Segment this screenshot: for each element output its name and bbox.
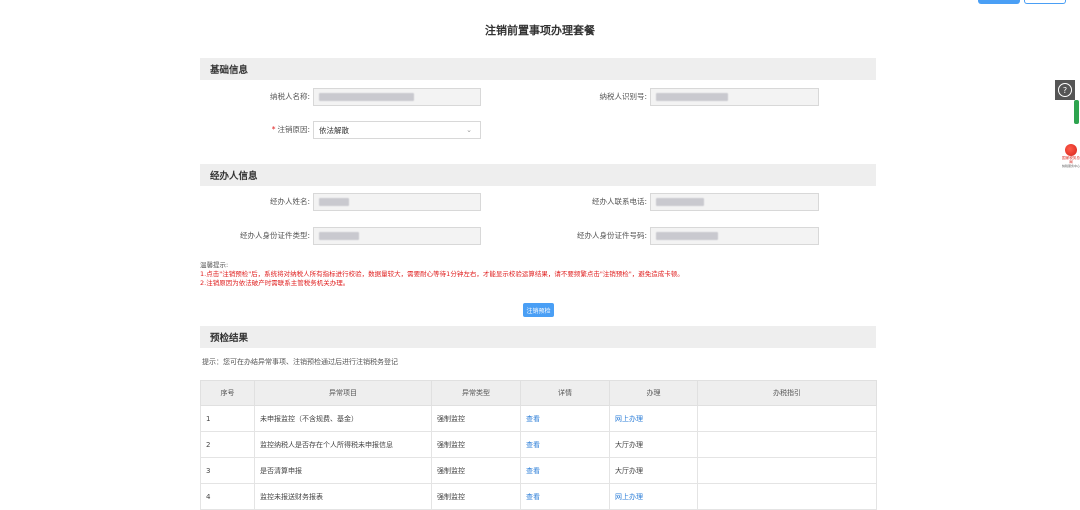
agent-phone-label: 经办人联系电话:: [591, 197, 647, 206]
cell-handle: 大厅办理: [609, 431, 698, 458]
cell-guide: [697, 457, 877, 484]
taxpayer-name-field[interactable]: [313, 88, 481, 106]
tips-box: 温馨提示: 1.点击"注销预检"后，系统将对纳税人所有指标进行校验，数据量较大，…: [200, 261, 880, 288]
section-agent-info: 经办人信息: [200, 164, 876, 186]
agent-id-type-field[interactable]: [313, 227, 481, 245]
cell-item: 未申报监控（不含规费、基金）: [254, 405, 432, 432]
redacted-value: [319, 232, 359, 240]
table-row: 2 监控纳税人是否存在个人所得税未申报信息 强制监控 查看 大厅办理: [200, 431, 877, 458]
cell-no: 4: [200, 483, 255, 510]
cell-guide: [697, 405, 877, 432]
taxpayer-id-label: 纳税人识别号:: [599, 92, 647, 101]
cancel-precheck-button[interactable]: 注销预检: [523, 303, 554, 317]
tips-line-2: 2.注销原因为依法破产时需联系主管税务机关办理。: [200, 279, 350, 287]
tips-title: 温馨提示:: [200, 261, 229, 269]
tips-line-1: 1.点击"注销预检"后，系统将对纳税人所有指标进行校验，数据量较大，需要耐心等待…: [200, 270, 684, 278]
cell-type: 强制监控: [431, 431, 521, 458]
question-circle-icon: ?: [1058, 83, 1072, 97]
cell-item: 是否清算申报: [254, 457, 432, 484]
cell-type: 强制监控: [431, 483, 521, 510]
cell-item: 监控纳税人是否存在个人所得税未申报信息: [254, 431, 432, 458]
taxpayer-name-label: 纳税人名称:: [269, 92, 310, 101]
cell-guide: [697, 431, 877, 458]
required-mark: *: [271, 125, 276, 134]
logo-text: 国家税务总局: [1062, 156, 1080, 164]
agent-id-number-label: 经办人身份证件号码:: [576, 231, 647, 240]
page-title: 注销前置事项办理套餐: [485, 24, 595, 37]
redacted-value: [656, 232, 718, 240]
col-header-no: 序号: [200, 380, 255, 406]
col-header-item: 异常项目: [254, 380, 432, 406]
logo-subtext: 纳税服务中心: [1062, 164, 1080, 168]
cell-handle: 大厅办理: [609, 457, 698, 484]
agent-id-number-field[interactable]: [650, 227, 819, 245]
agent-name-label: 经办人姓名:: [269, 197, 310, 206]
help-button[interactable]: ?: [1055, 80, 1075, 100]
col-header-handle: 办理: [609, 380, 698, 406]
view-detail-link[interactable]: 查看: [526, 467, 540, 475]
cancel-reason-label: * 注销原因:: [200, 121, 310, 139]
cancel-reason-select[interactable]: 依法解散 ⌄: [313, 121, 481, 139]
col-header-detail: 详情: [520, 380, 610, 406]
chevron-down-icon: ⌄: [466, 126, 472, 134]
agent-phone-field[interactable]: [650, 193, 819, 211]
view-detail-link[interactable]: 查看: [526, 441, 540, 449]
online-handle-link[interactable]: 网上办理: [615, 415, 643, 423]
cell-no: 3: [200, 457, 255, 484]
cell-no: 2: [200, 431, 255, 458]
precheck-result-table: 序号 异常项目 异常类型 详情 办理 办税指引 1 未申报监控（不含规费、基金）…: [200, 380, 877, 510]
online-handle-link[interactable]: 网上办理: [615, 493, 643, 501]
cancel-reason-label-text: 注销原因:: [277, 125, 310, 134]
cell-item: 监控未报送财务报表: [254, 483, 432, 510]
top-primary-button[interactable]: [978, 0, 1020, 4]
section-precheck-result: 预检结果: [200, 326, 876, 348]
top-action-buttons: [978, 0, 1066, 4]
agent-id-type-label: 经办人身份证件类型:: [239, 231, 310, 240]
cell-type: 强制监控: [431, 405, 521, 432]
redacted-value: [656, 93, 728, 101]
side-scroll-indicator[interactable]: [1074, 100, 1079, 124]
table-row: 1 未申报监控（不含规费、基金） 强制监控 查看 网上办理: [200, 405, 877, 432]
redacted-value: [319, 93, 414, 101]
section-basic-info: 基础信息: [200, 58, 876, 80]
table-row: 3 是否清算申报 强制监控 查看 大厅办理: [200, 457, 877, 484]
view-detail-link[interactable]: 查看: [526, 415, 540, 423]
table-header-row: 序号 异常项目 异常类型 详情 办理 办税指引: [200, 380, 877, 406]
cell-type: 强制监控: [431, 457, 521, 484]
redacted-value: [656, 198, 704, 206]
redacted-value: [319, 198, 349, 206]
top-secondary-button[interactable]: [1024, 0, 1066, 4]
cell-no: 1: [200, 405, 255, 432]
result-hint: 提示：您可在办结异常事项、注销预检通过后进行注销税务登记: [202, 358, 398, 366]
cell-guide: [697, 483, 877, 510]
taxpayer-id-field[interactable]: [650, 88, 819, 106]
col-header-guide: 办税指引: [697, 380, 877, 406]
tax-logo-icon: [1065, 144, 1077, 156]
view-detail-link[interactable]: 查看: [526, 493, 540, 501]
tax-service-logo[interactable]: 国家税务总局 纳税服务中心: [1062, 144, 1080, 168]
agent-name-field[interactable]: [313, 193, 481, 211]
table-row: 4 监控未报送财务报表 强制监控 查看 网上办理: [200, 483, 877, 510]
cancel-reason-value: 依法解散: [319, 125, 349, 135]
col-header-type: 异常类型: [431, 380, 521, 406]
